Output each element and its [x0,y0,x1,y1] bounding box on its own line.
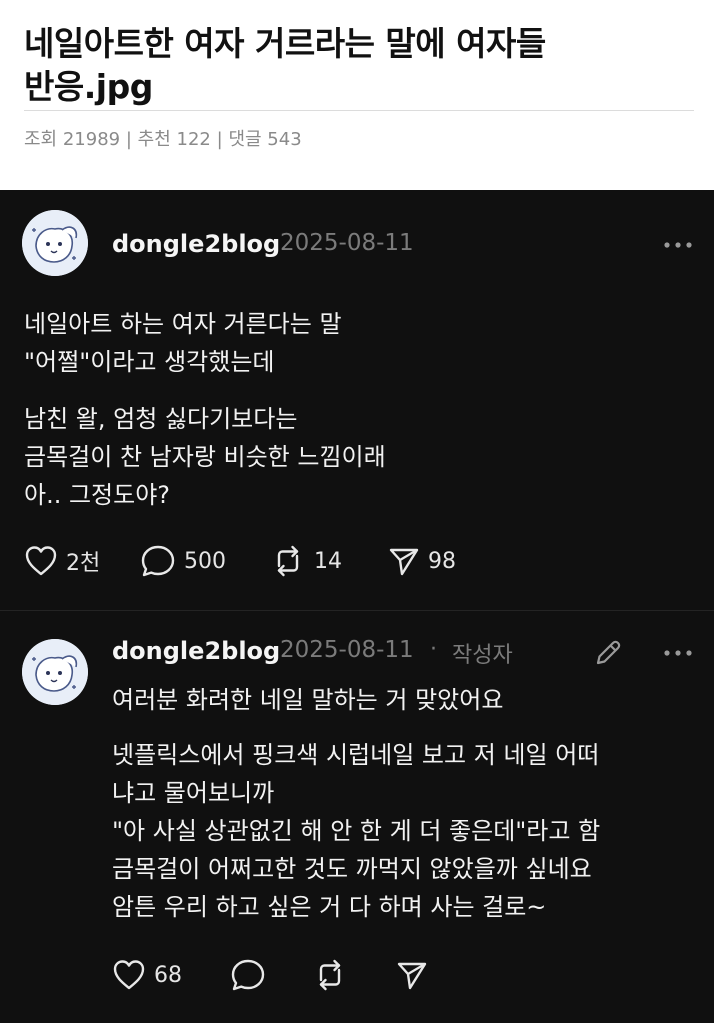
avatar[interactable] [22,639,88,705]
like-count: 2천 [66,551,101,576]
like-button[interactable]: 2천 [24,544,100,578]
post-date: 2025-08-11 [280,230,414,256]
comments-count: 543 [267,129,302,150]
post-text-line: 네일아트 하는 여자 거른다는 말 [24,310,342,338]
author-tag-separator: · [430,637,437,662]
share-button[interactable]: 98 [388,544,456,578]
repost-icon [319,959,341,991]
reply-button[interactable] [230,958,266,992]
username[interactable]: dongle2blog [112,230,280,258]
post-text-line: "어쩔"이라고 생각했는데 [24,348,275,376]
thread-screenshot: dongle2blog 2025-08-11 네일아트 하는 여자 거른다는 말… [0,190,714,1023]
post-date: 2025-08-11 [280,637,414,663]
views-label: 조회 [24,129,58,150]
title-divider [24,110,694,111]
more-icon[interactable] [662,648,694,658]
username[interactable]: dongle2blog [112,637,280,665]
post-title-line1: 네일아트한 여자 거르라는 말에 여자들 [24,24,546,63]
post-title-line2: 반응.jpg [24,67,153,106]
repost-button[interactable]: 14 [270,544,342,578]
repost-button[interactable] [312,958,348,992]
post-meta: 조회 21989 | 추천 122 | 댓글 543 [24,125,302,151]
reply-text-line: 여러분 화려한 네일 말하는 거 맞았어요 [112,686,504,714]
comment-icon [231,959,265,991]
send-icon [397,962,427,990]
comments-label: 댓글 [228,129,262,150]
heart-icon [113,960,145,990]
dog-avatar-icon [22,210,88,276]
repost-icon [277,545,299,577]
post-text-line: 아.. 그정도야? [24,481,171,509]
post-text-line: 남친 왈, 엄청 싫다기보다는 [24,405,298,433]
more-icon[interactable] [662,240,694,250]
post-header: 네일아트한 여자 거르라는 말에 여자들 반응.jpg 조회 21989 | 추… [0,0,714,190]
reply-text-line: 금목걸이 어쩌고한 것도 까먹지 않았을까 싶네요 [112,855,592,883]
post-text-line: 금목걸이 찬 남자랑 비슷한 느낌이래 [24,443,386,471]
reply-text-line: 넷플릭스에서 핑크색 시럽네일 보고 저 네일 어떠 [112,741,600,769]
pencil-icon[interactable] [592,637,624,669]
post-title: 네일아트한 여자 거르라는 말에 여자들 반응.jpg [24,22,694,108]
heart-icon [25,546,57,576]
avatar[interactable] [22,210,88,276]
send-icon [389,548,419,576]
meta-separator: | [216,129,223,150]
repost-count: 14 [314,548,342,574]
share-button[interactable] [396,958,428,992]
reply-button[interactable]: 500 [140,544,226,578]
likes-label: 추천 [137,129,171,150]
like-button[interactable]: 68 [112,958,182,992]
reply-text-line: 암튼 우리 하고 싶은 거 다 하며 사는 걸로~ [112,893,547,921]
comment-icon [141,545,175,577]
likes-count: 122 [176,129,211,150]
like-count: 68 [154,962,182,988]
reply-text-line: 냐고 물어보니까 [112,779,275,807]
share-count: 98 [428,548,456,574]
reply-count: 500 [184,548,226,574]
dog-avatar-icon [22,639,88,705]
author-tag: 작성자 [452,643,513,668]
reply-text-line: "아 사실 상관없긴 해 안 한 게 더 좋은데"라고 함 [112,817,601,845]
views-count: 21989 [62,129,121,150]
thread-divider [0,610,714,611]
meta-separator: | [125,129,132,150]
